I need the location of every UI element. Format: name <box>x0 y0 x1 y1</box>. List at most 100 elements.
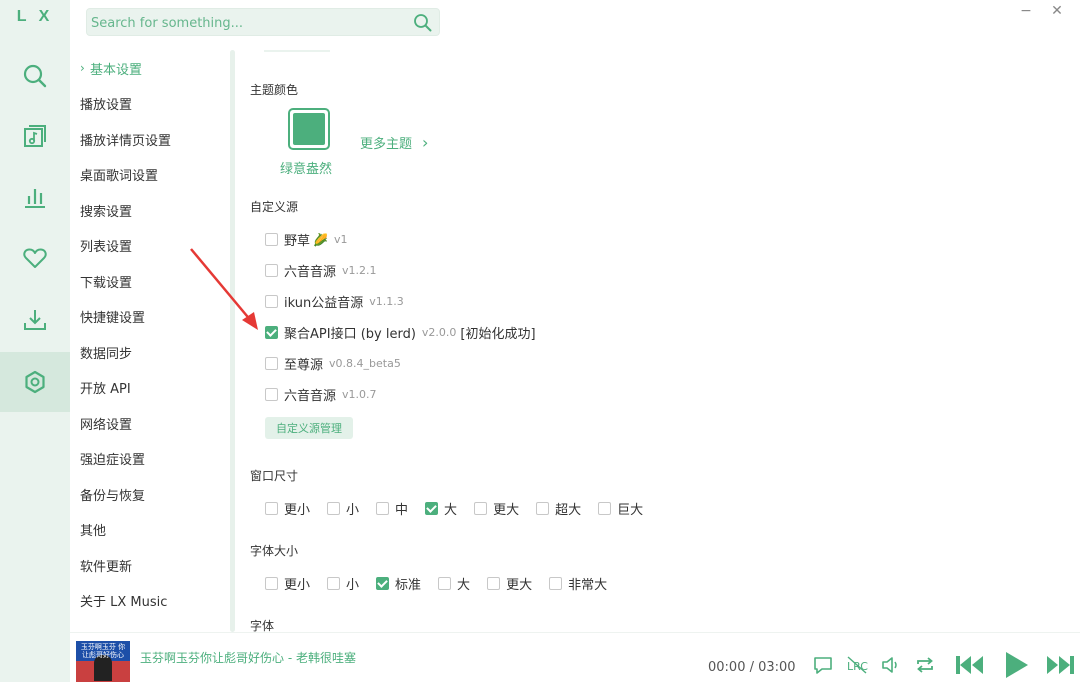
checkbox[interactable] <box>474 502 488 515</box>
font-size-option[interactable]: 更大 <box>487 574 532 593</box>
corn-icon: 🌽 <box>313 232 328 247</box>
window-size-title: 窗口尺寸 <box>250 469 299 483</box>
option-label: 大 <box>457 578 471 593</box>
checkbox-checked[interactable] <box>425 502 439 515</box>
window-size-options: 更小 小 中 大 更大 超大 巨大 <box>265 499 660 518</box>
menu-item-update[interactable]: 软件更新 <box>70 548 230 582</box>
volume-button[interactable] <box>880 655 902 675</box>
font-size-option[interactable]: 非常大 <box>549 574 607 593</box>
checkbox[interactable] <box>536 502 550 515</box>
more-theme-link[interactable]: 更多主题 › <box>360 133 428 152</box>
search-submit-icon[interactable] <box>413 13 433 33</box>
skip-forward-icon <box>1047 656 1074 674</box>
checkbox[interactable] <box>327 577 341 590</box>
theme-section-title: 主题颜色 <box>250 83 299 97</box>
source-version: v1.2.1 <box>342 264 377 277</box>
search-input[interactable] <box>91 11 411 35</box>
window-size-option[interactable]: 巨大 <box>598 499 643 518</box>
checkbox[interactable] <box>265 502 278 515</box>
source-item[interactable]: 六音音源 v1.0.7 <box>265 385 377 404</box>
source-version: v2.0.0 <box>421 326 457 339</box>
desktop-lyric-button[interactable]: LRC <box>846 655 868 675</box>
nav-download[interactable] <box>0 290 70 350</box>
source-item[interactable]: ikun公益音源 v1.1.3 <box>265 292 404 311</box>
settings-content: 主题颜色 绿意盎然 更多主题 › 自定义源 野草 🌽 v1 六音音源 v1.2.1… <box>236 50 1080 632</box>
window-size-option[interactable]: 更小 <box>265 499 310 518</box>
menu-item-sync[interactable]: 数据同步 <box>70 335 230 369</box>
settings-icon <box>25 370 45 394</box>
source-item[interactable]: 六音音源 v1.2.1 <box>265 261 377 280</box>
custom-source-manage-button[interactable]: 自定义源管理 <box>265 417 353 439</box>
source-item[interactable]: 聚合API接口 (by lerd) v2.0.0 [初始化成功] <box>265 323 536 342</box>
theme-swatch[interactable] <box>288 108 330 150</box>
checkbox[interactable] <box>265 577 278 590</box>
source-item[interactable]: 野草 🌽 v1 <box>265 230 347 249</box>
song-title[interactable]: 玉芬啊玉芬你让彪哥好伤心 - 老韩很哇塞 <box>140 649 356 666</box>
minimize-button[interactable]: − <box>1012 0 1040 22</box>
checkbox[interactable] <box>265 233 278 246</box>
source-label: 六音音源 <box>284 265 337 280</box>
menu-item-backup[interactable]: 备份与恢复 <box>70 477 230 511</box>
source-item[interactable]: 至尊源 v0.8.4_beta5 <box>265 354 401 373</box>
menu-item-network[interactable]: 网络设置 <box>70 406 230 440</box>
option-label: 标准 <box>395 578 422 593</box>
search-box <box>86 8 440 36</box>
menu-item-open-api[interactable]: 开放 API <box>70 370 230 404</box>
source-label: 六音音源 <box>284 389 337 404</box>
divider <box>264 50 330 52</box>
theme-name: 绿意盎然 <box>280 162 333 177</box>
font-size-option[interactable]: 标准 <box>376 574 421 593</box>
menu-item-search[interactable]: 搜索设置 <box>70 193 230 227</box>
menu-item-play-detail[interactable]: 播放详情页设置 <box>70 122 230 156</box>
checkbox[interactable] <box>549 577 563 590</box>
checkbox[interactable] <box>265 295 278 308</box>
album-cover[interactable]: 玉芬啊玉芬 你让彪哥好伤心 <box>76 641 130 682</box>
checkbox[interactable] <box>376 502 390 515</box>
nav-favorites[interactable] <box>0 228 70 288</box>
checkbox[interactable] <box>265 388 278 401</box>
download-icon <box>24 310 46 330</box>
nav-song-list[interactable] <box>0 106 70 166</box>
menu-scrollbar[interactable] <box>230 50 235 632</box>
window-size-option[interactable]: 大 <box>425 499 457 518</box>
window-size-option[interactable]: 中 <box>376 499 408 518</box>
theme-swatch-fill <box>293 113 325 145</box>
repeat-icon <box>917 657 933 673</box>
close-button[interactable]: ✕ <box>1043 0 1071 22</box>
window-size-option[interactable]: 更大 <box>474 499 519 518</box>
menu-item-odc[interactable]: 强迫症设置 <box>70 441 230 475</box>
source-version: v1.0.7 <box>342 388 377 401</box>
source-label: 至尊源 <box>284 358 324 373</box>
lyric-icon: LRC <box>847 656 868 674</box>
checkbox-checked[interactable] <box>376 577 390 590</box>
checkbox[interactable] <box>598 502 612 515</box>
menu-item-other[interactable]: 其他 <box>70 512 230 546</box>
play-button[interactable] <box>1002 650 1030 680</box>
comment-icon <box>814 657 832 674</box>
menu-item-desktop-lyric[interactable]: 桌面歌词设置 <box>70 157 230 191</box>
option-label: 更大 <box>493 503 520 518</box>
volume-icon <box>882 657 897 673</box>
checkbox[interactable] <box>265 264 278 277</box>
font-size-option[interactable]: 更小 <box>265 574 310 593</box>
font-size-title: 字体大小 <box>250 544 299 558</box>
checkbox[interactable] <box>438 577 452 590</box>
nav-leaderboard[interactable] <box>0 167 70 227</box>
checkbox[interactable] <box>487 577 501 590</box>
menu-item-basic[interactable]: › 基本设置 <box>70 51 230 85</box>
checkbox[interactable] <box>265 357 278 370</box>
window-size-option[interactable]: 超大 <box>536 499 581 518</box>
checkbox[interactable] <box>327 502 341 515</box>
nav-search[interactable] <box>0 46 70 106</box>
menu-item-about[interactable]: 关于 LX Music <box>70 583 230 617</box>
font-size-option[interactable]: 小 <box>327 574 359 593</box>
window-size-option[interactable]: 小 <box>327 499 359 518</box>
menu-item-playback[interactable]: 播放设置 <box>70 86 230 120</box>
comment-button[interactable] <box>812 655 834 675</box>
font-size-option[interactable]: 大 <box>438 574 470 593</box>
nav-settings[interactable] <box>0 352 70 412</box>
repeat-mode-button[interactable] <box>914 655 936 675</box>
next-track-button[interactable] <box>1044 653 1076 677</box>
checkbox-checked[interactable] <box>265 326 278 339</box>
previous-track-button[interactable] <box>954 653 986 677</box>
